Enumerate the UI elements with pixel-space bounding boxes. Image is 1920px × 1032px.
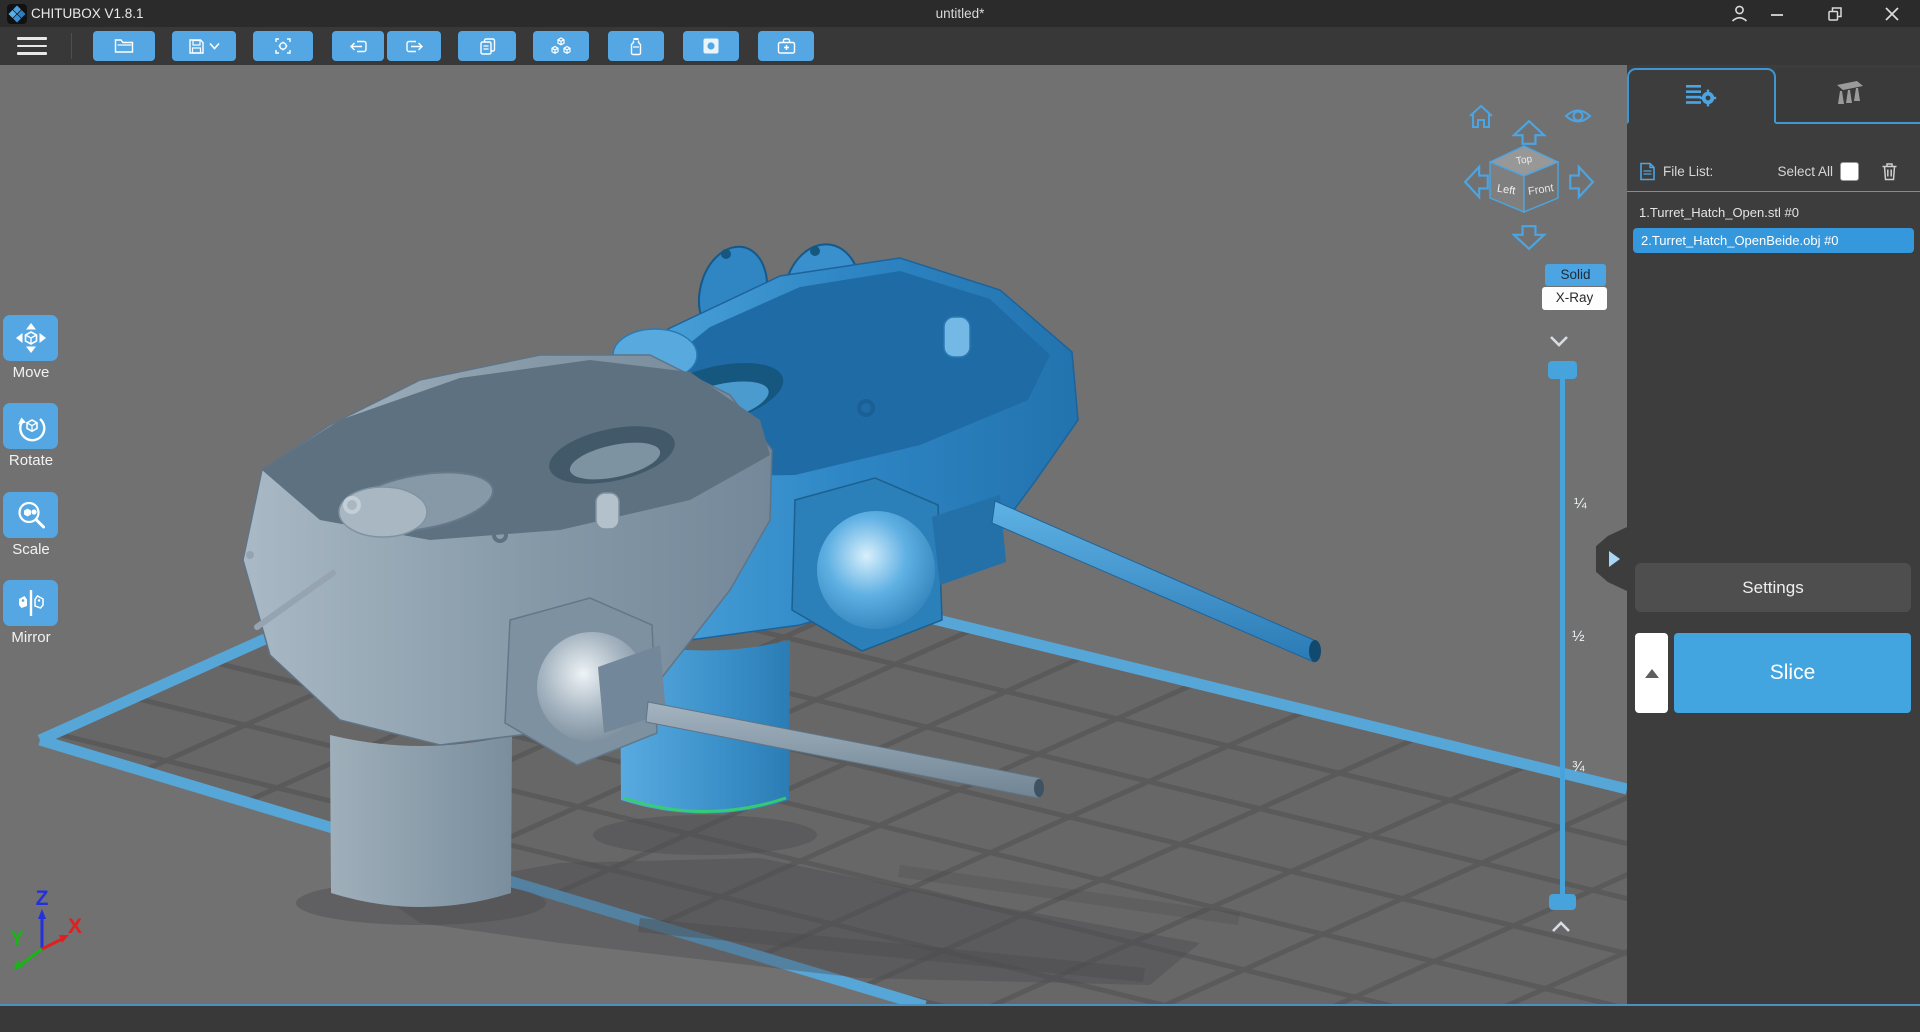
undo-button[interactable]	[332, 31, 384, 61]
axis-z-label: Z	[36, 887, 49, 910]
select-all-label: Select All	[1777, 164, 1833, 179]
select-all-checkbox[interactable]	[1840, 162, 1859, 181]
triangle-up-icon	[1645, 669, 1659, 678]
dig-hole-button[interactable]	[683, 31, 739, 61]
slice-row: Slice	[1635, 633, 1911, 713]
list-gear-icon	[1684, 82, 1718, 110]
resin-bottle-icon	[629, 37, 643, 56]
panel-tabs	[1627, 68, 1920, 124]
slider-threequarter-label: ¾	[1572, 758, 1585, 775]
slider-half-label: ½	[1572, 628, 1585, 645]
delete-files-button[interactable]	[1881, 162, 1898, 181]
axis-triad: Z Y X	[2, 887, 94, 971]
height-slider-bottom-handle[interactable]	[1549, 894, 1576, 910]
document-title: untitled*	[0, 0, 1920, 27]
toolbar-separator	[71, 33, 72, 59]
arrow-up-icon	[1514, 121, 1544, 144]
toolbox-plus-icon	[777, 37, 796, 55]
slider-step-down-button[interactable]	[1548, 334, 1570, 348]
view-visibility-button[interactable]	[1564, 104, 1592, 128]
rotate-right-button[interactable]	[1567, 163, 1595, 201]
close-icon	[1884, 6, 1900, 22]
arrow-down-icon	[1514, 226, 1544, 249]
slice-button[interactable]: Slice	[1674, 633, 1911, 713]
home-icon	[1470, 106, 1492, 127]
minimize-button[interactable]	[1765, 2, 1789, 25]
chevron-up-icon	[1553, 923, 1569, 931]
three-cubes-icon	[550, 37, 572, 56]
tab-settings-filelist[interactable]	[1627, 68, 1776, 124]
tool-scale[interactable]: Scale	[3, 492, 59, 558]
redo-button[interactable]	[387, 31, 441, 61]
open-file-button[interactable]	[93, 31, 155, 61]
render-mode-xray-button[interactable]: X-Ray	[1542, 287, 1607, 310]
file-list-header: File List: Select All	[1639, 162, 1908, 181]
tool-rotate-label: Rotate	[3, 452, 59, 469]
file-list-divider	[1627, 191, 1920, 192]
axis-y-label: Y	[10, 927, 24, 950]
mirror-icon	[15, 587, 47, 619]
arrow-into-box-left-icon	[349, 38, 368, 55]
tool-scale-label: Scale	[3, 541, 59, 558]
repair-button[interactable]	[758, 31, 814, 61]
save-button[interactable]	[172, 31, 236, 61]
save-icon	[188, 38, 205, 55]
axis-x-label: X	[68, 915, 82, 938]
view-cube[interactable]: Top Left Front	[1489, 145, 1559, 213]
triangle-right-icon	[1609, 551, 1620, 567]
status-bar	[0, 1004, 1920, 1032]
chevron-down-icon	[1551, 337, 1567, 345]
settings-button[interactable]: Settings	[1635, 563, 1911, 612]
arrow-right-icon	[1570, 167, 1593, 197]
move-icon	[15, 322, 47, 354]
tab-supports[interactable]	[1776, 68, 1920, 122]
document-icon	[1639, 162, 1656, 181]
height-slider-track[interactable]	[1560, 368, 1565, 896]
folder-icon	[114, 38, 134, 54]
right-panel: File List: Select All 1.Turret_Hatch_Ope…	[1627, 65, 1920, 1004]
viewport-3d[interactable]: Move Rotate Scale	[0, 65, 1627, 1004]
clone-button[interactable]	[458, 31, 516, 61]
viewport-3d-scene[interactable]	[0, 65, 1627, 1004]
tool-rotate[interactable]: Rotate	[3, 403, 59, 469]
slice-options-button[interactable]	[1635, 633, 1668, 713]
file-item-1[interactable]: 1.Turret_Hatch_Open.stl #0	[1627, 200, 1920, 225]
file-item-2-selected[interactable]: 2.Turret_Hatch_OpenBeide.obj #0	[1633, 228, 1914, 253]
auto-layout-button[interactable]	[533, 31, 589, 61]
render-mode-solid-button[interactable]: Solid	[1545, 264, 1606, 286]
slider-quarter-label: ¼	[1574, 495, 1587, 512]
restore-button[interactable]	[1823, 2, 1847, 25]
screenshot-button[interactable]	[253, 31, 313, 61]
close-button[interactable]	[1880, 2, 1904, 25]
capture-frame-icon	[274, 37, 292, 55]
menu-button[interactable]	[17, 33, 47, 59]
chevron-down-icon	[209, 42, 220, 50]
scale-icon	[15, 499, 47, 531]
title-bar: CHITUBOX V1.8.1 untitled*	[0, 0, 1920, 27]
resin-calculator-button[interactable]	[608, 31, 664, 61]
arrow-out-of-box-right-icon	[405, 38, 424, 55]
home-view-button[interactable]	[1467, 103, 1495, 131]
arrow-left-icon	[1465, 167, 1488, 197]
tool-mirror[interactable]: Mirror	[3, 580, 59, 646]
account-button[interactable]	[1727, 2, 1751, 25]
restore-icon	[1826, 5, 1844, 23]
tool-move-label: Move	[3, 364, 59, 381]
rotate-icon	[15, 410, 47, 442]
supports-icon	[1831, 80, 1865, 110]
copy-icon	[479, 37, 496, 55]
hole-icon	[702, 37, 720, 55]
slider-step-up-button[interactable]	[1550, 920, 1572, 934]
tool-mirror-label: Mirror	[3, 629, 59, 646]
rotate-down-button[interactable]	[1510, 223, 1548, 251]
rotate-left-button[interactable]	[1463, 163, 1491, 201]
rotate-up-button[interactable]	[1510, 119, 1548, 147]
height-slider-top-handle[interactable]	[1548, 361, 1577, 379]
trash-icon	[1883, 164, 1897, 180]
tool-move[interactable]: Move	[3, 315, 59, 381]
main-toolbar	[0, 27, 1920, 65]
minimize-icon	[1769, 6, 1785, 22]
file-list-label: File List:	[1663, 164, 1713, 179]
user-icon	[1730, 4, 1749, 23]
